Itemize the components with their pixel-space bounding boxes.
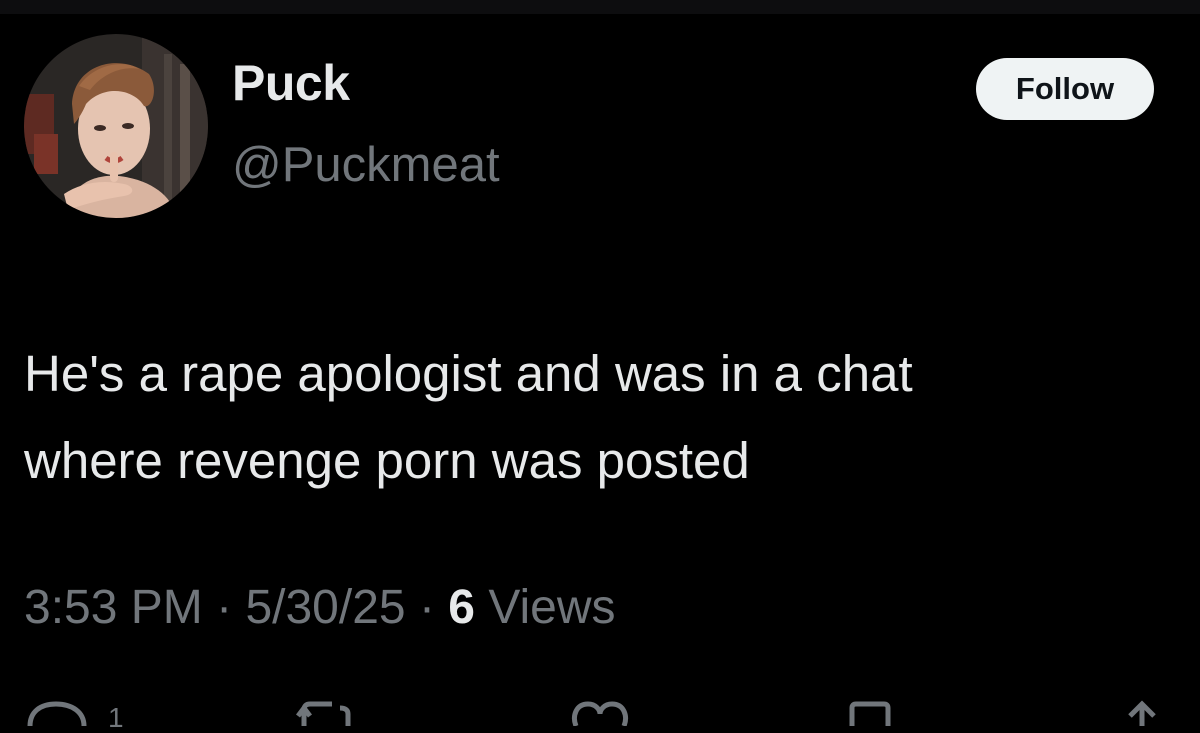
like-icon[interactable] bbox=[570, 700, 630, 726]
avatar[interactable] bbox=[24, 34, 208, 218]
display-name[interactable]: Puck bbox=[232, 58, 350, 108]
views-label: Views bbox=[488, 581, 616, 634]
reply-count: 1 bbox=[108, 702, 124, 733]
tweet-text-line: where revenge porn was posted bbox=[24, 432, 750, 489]
avatar-photo-icon bbox=[24, 34, 208, 218]
follow-button[interactable]: Follow bbox=[976, 58, 1154, 120]
tweet-meta: 3:53 PM · 5/30/25 · 6 Views bbox=[24, 584, 615, 632]
retweet-icon[interactable] bbox=[296, 700, 356, 726]
tweet-date[interactable]: 5/30/25 bbox=[245, 581, 405, 634]
reply-icon[interactable] bbox=[24, 700, 96, 726]
tweet: Puck @Puckmeat Follow He's a rape apolog… bbox=[0, 0, 1200, 732]
share-icon[interactable] bbox=[1118, 700, 1166, 726]
tweet-text: He's a rape apologist and was in a chat … bbox=[24, 330, 1174, 504]
action-bar: 1 bbox=[0, 690, 1200, 732]
tweet-time[interactable]: 3:53 PM bbox=[24, 581, 203, 634]
handle[interactable]: @Puckmeat bbox=[232, 141, 500, 190]
tweet-text-line: He's a rape apologist and was in a chat bbox=[24, 345, 913, 402]
views-count: 6 bbox=[448, 581, 475, 634]
meta-separator: · bbox=[216, 581, 233, 634]
bookmark-icon[interactable] bbox=[846, 700, 894, 726]
meta-separator: · bbox=[418, 581, 435, 634]
